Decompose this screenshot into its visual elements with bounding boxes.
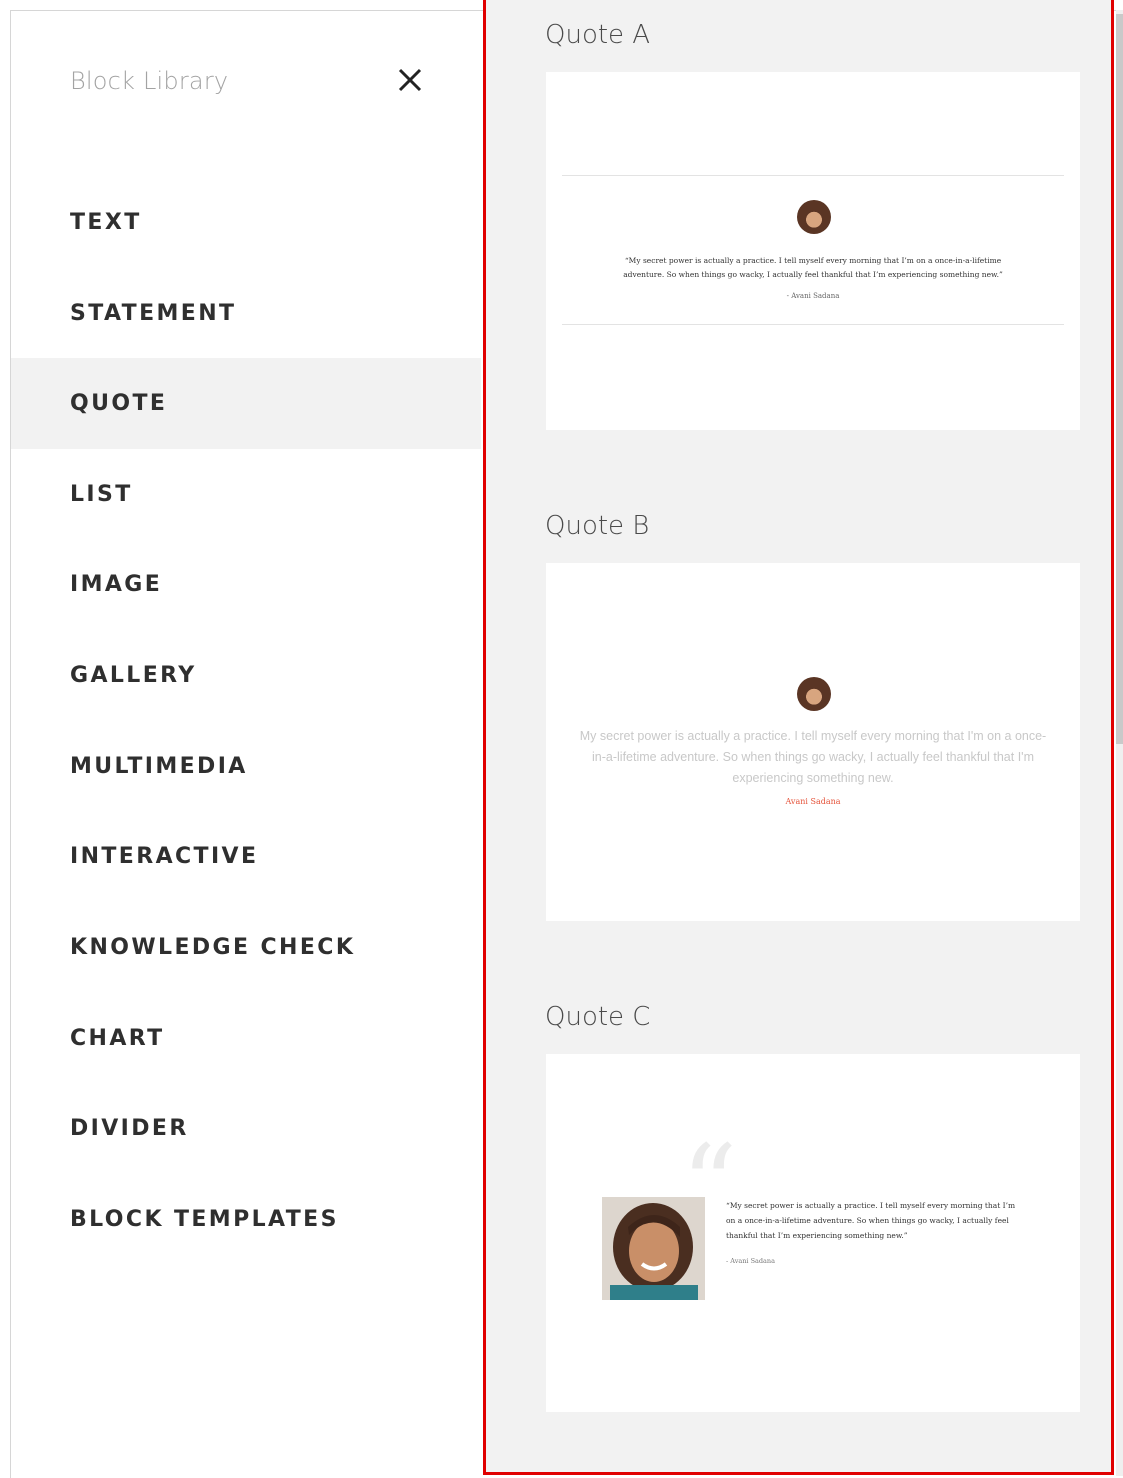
scrollbar-thumb[interactable] (1116, 14, 1123, 744)
nav-item-label: QUOTE (70, 391, 168, 416)
nav-item-gallery[interactable]: GALLERY (11, 630, 481, 721)
nav-item-label: KNOWLEDGE CHECK (70, 935, 356, 960)
close-button[interactable] (393, 63, 427, 97)
nav-item-label: MULTIMEDIA (70, 754, 248, 779)
nav-item-label: BLOCK TEMPLATES (70, 1207, 339, 1232)
nav-item-label: GALLERY (70, 663, 197, 688)
nav-item-label: TEXT (70, 210, 142, 235)
template-card-quote-a[interactable]: “My secret power is actually a practice.… (546, 72, 1080, 430)
nav-item-label: IMAGE (70, 572, 163, 597)
nav-item-list[interactable]: LIST (11, 449, 481, 540)
quote-text: My secret power is actually a practice. … (579, 729, 1047, 785)
nav-item-knowledge-check[interactable]: KNOWLEDGE CHECK (11, 902, 481, 993)
template-card-quote-b[interactable]: My secret power is actually a practice. … (546, 563, 1080, 921)
close-icon (398, 68, 422, 92)
quote-text: “My secret power is actually a practice.… (726, 1201, 1016, 1240)
avatar (797, 200, 831, 234)
divider-line (562, 324, 1064, 325)
nav-item-text[interactable]: TEXT (11, 177, 481, 268)
nav-item-label: INTERACTIVE (70, 844, 259, 869)
template-title-quote-b: Quote B (545, 511, 650, 541)
nav-item-interactive[interactable]: INTERACTIVE (11, 811, 481, 902)
quote-author: - Avani Sadana (786, 292, 840, 300)
nav-item-block-templates[interactable]: BLOCK TEMPLATES (11, 1174, 481, 1265)
template-title-quote-a: Quote A (545, 20, 651, 50)
template-title-quote-c: Quote C (545, 1002, 651, 1032)
block-library-sidebar: Block Library TEXT STATEMENT QUOTE LIST … (11, 11, 481, 1477)
quote-author: Avani Sadana (785, 797, 841, 806)
nav-item-statement[interactable]: STATEMENT (11, 268, 481, 359)
nav-item-label: STATEMENT (70, 301, 237, 326)
author-photo (602, 1197, 705, 1300)
avatar (797, 677, 831, 711)
template-card-quote-c[interactable]: “ “My secret power is actually a practic… (546, 1054, 1080, 1412)
quote-author: - Avani Sadana (726, 1257, 775, 1265)
nav-item-label: DIVIDER (70, 1116, 189, 1141)
sidebar-title: Block Library (70, 67, 229, 95)
nav-item-image[interactable]: IMAGE (11, 539, 481, 630)
nav-item-multimedia[interactable]: MULTIMEDIA (11, 721, 481, 812)
nav-item-quote[interactable]: QUOTE (11, 358, 481, 449)
nav-item-label: LIST (70, 482, 133, 507)
nav-item-divider[interactable]: DIVIDER (11, 1083, 481, 1174)
nav-item-label: CHART (70, 1026, 165, 1051)
nav-item-chart[interactable]: CHART (11, 993, 481, 1084)
divider-line (562, 175, 1064, 176)
quote-text: “My secret power is actually a practice.… (623, 256, 1003, 279)
